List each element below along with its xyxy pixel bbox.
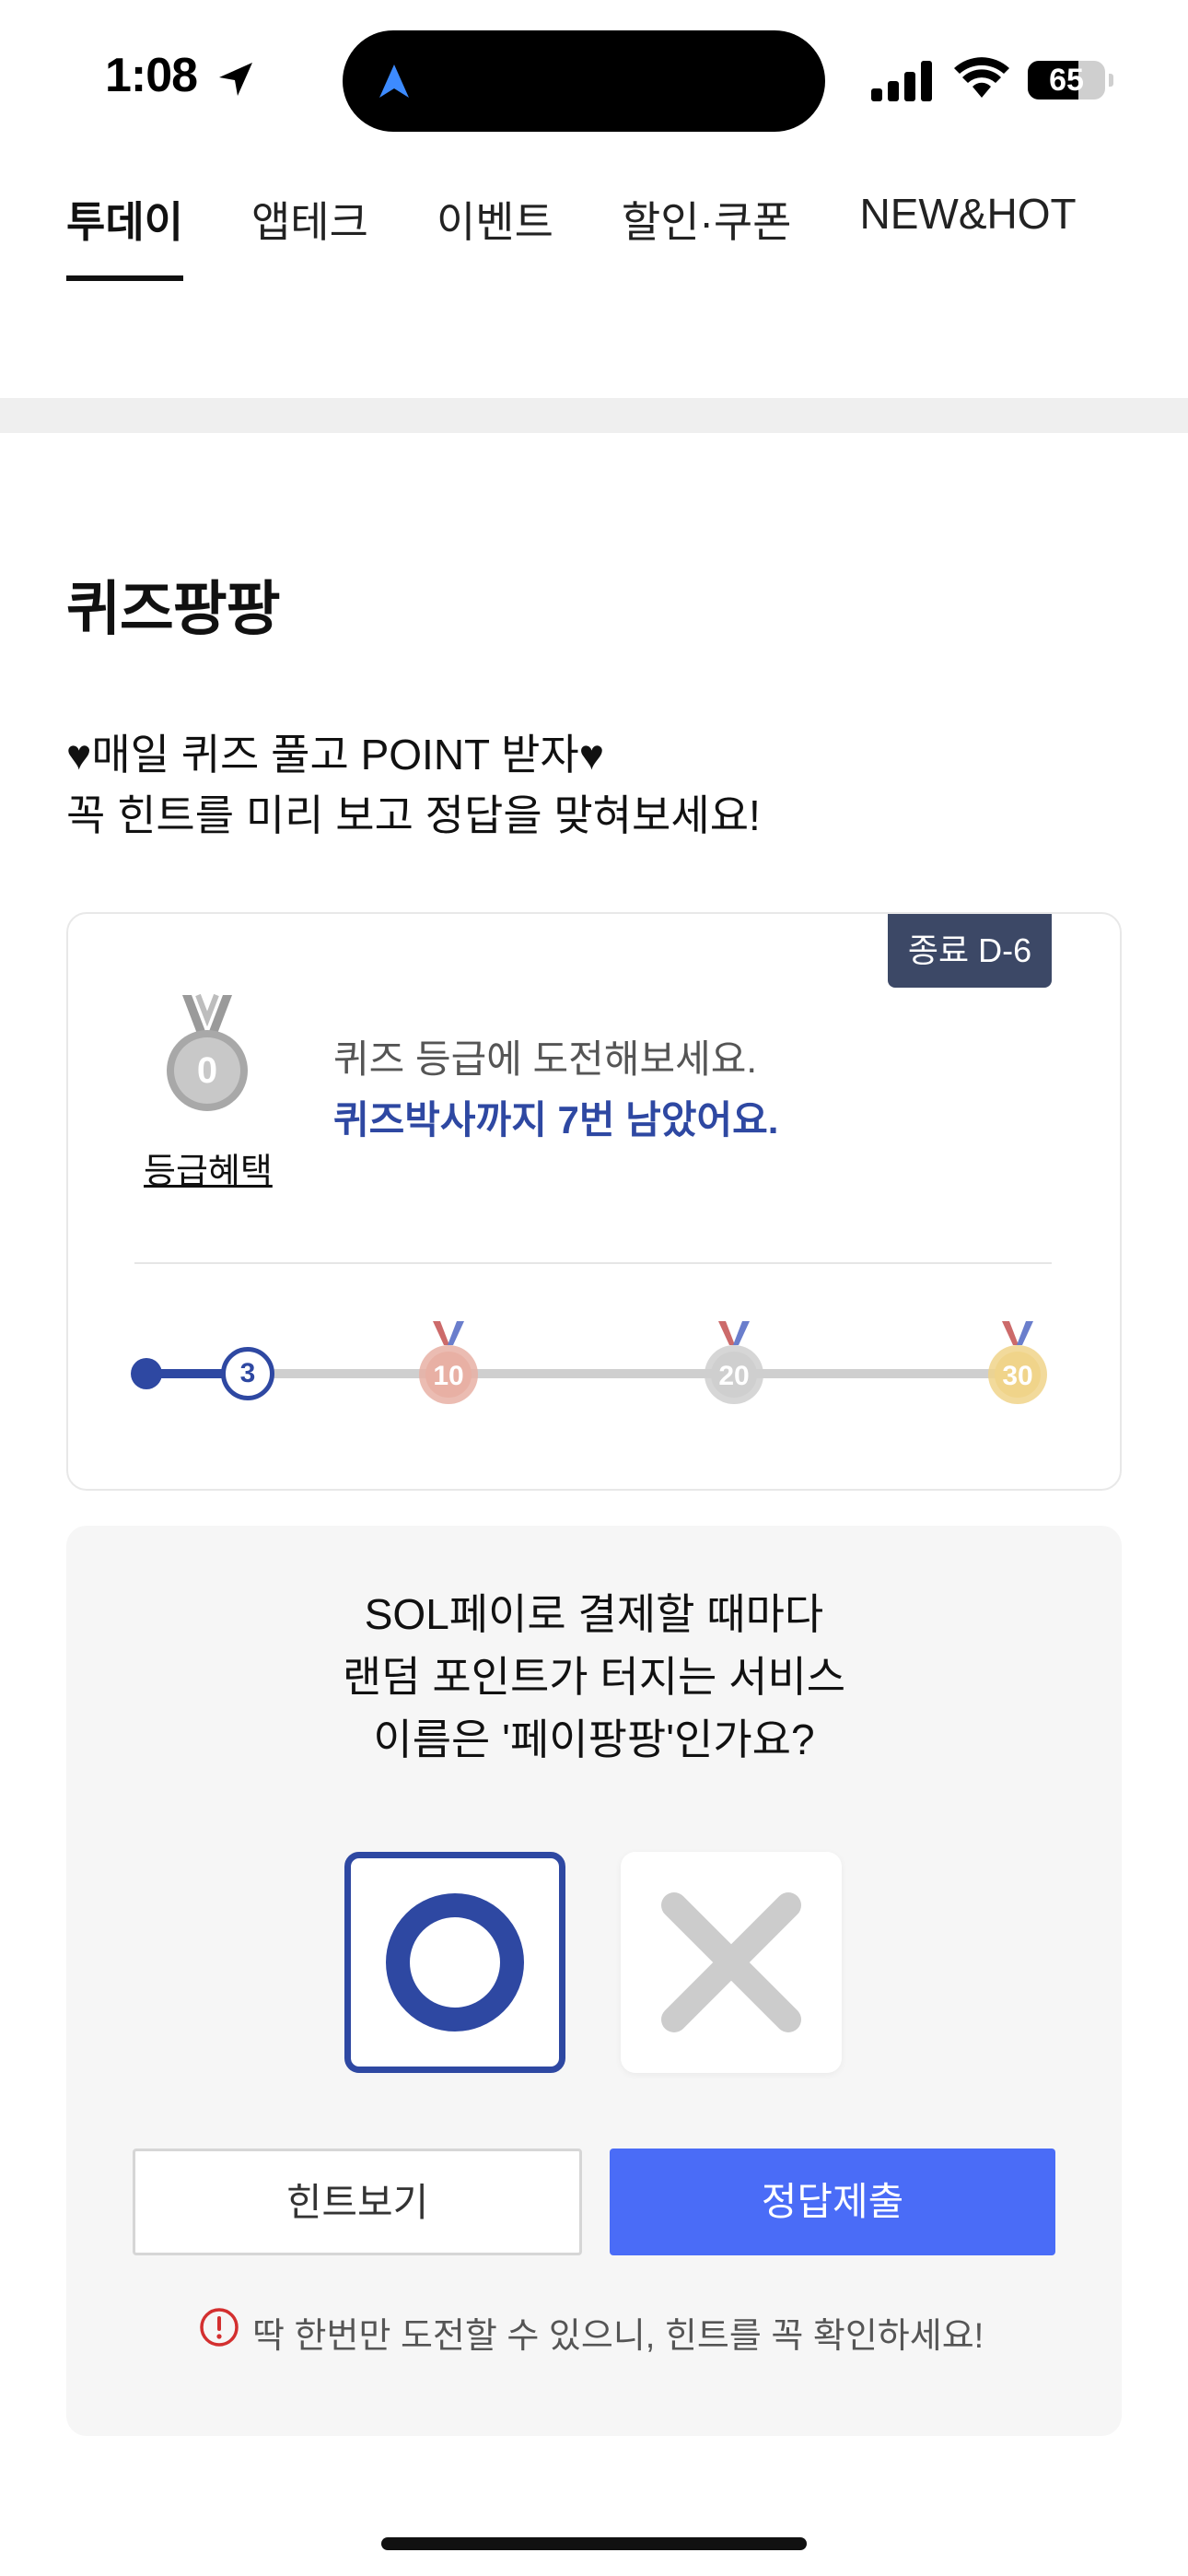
quiz-description: ♥매일 퀴즈 풀고 POINT 받자♥ 꼭 힌트를 미리 보고 정답을 맞혀보세… xyxy=(66,724,761,846)
alert-circle-icon xyxy=(200,2308,239,2347)
tab-4[interactable]: NEW&HOT xyxy=(860,189,1077,281)
quiz-question: SOL페이로 결제할 때마다 랜덤 포인트가 터지는 서비스 이름은 '페이팡팡… xyxy=(66,1583,1122,1771)
dynamic-island xyxy=(343,30,825,132)
question-line-2: 랜덤 포인트가 터지는 서비스 xyxy=(342,1653,846,1701)
grade-message: 퀴즈 등급에 도전해보세요. xyxy=(333,1037,758,1081)
status-bar: 1:08 65 xyxy=(0,0,1188,157)
section-divider xyxy=(0,398,1188,433)
answer-o-button[interactable] xyxy=(344,1852,565,2073)
hint-button[interactable]: 힌트보기 xyxy=(133,2149,582,2255)
progress-track xyxy=(146,1369,1020,1378)
progress-current-marker: 3 xyxy=(221,1347,274,1400)
cellular-signal-icon xyxy=(871,61,932,101)
milestone-label: 30 xyxy=(1002,1361,1032,1391)
location-arrow-icon xyxy=(219,63,252,96)
status-time: 1:08 xyxy=(105,49,198,102)
silver-medal-icon: 0 xyxy=(167,993,248,1111)
warning-text: 딱 한번만 도전할 수 있으니, 힌트를 꼭 확인하세요! xyxy=(252,2317,984,2356)
battery-icon: 65 xyxy=(1028,61,1113,100)
navigation-icon xyxy=(379,64,409,98)
question-line-3: 이름은 '페이팡팡'인가요? xyxy=(373,1715,815,1763)
answer-x-button[interactable] xyxy=(621,1852,842,2073)
grade-benefit-link[interactable]: 등급혜택 xyxy=(144,1142,273,1193)
cross-x-icon xyxy=(661,1892,801,2032)
category-tabs: 투데이 앱테크 이벤트 할인·쿠폰 NEW&HOT xyxy=(66,189,1145,281)
progress-start-dot xyxy=(131,1358,162,1389)
submit-answer-button[interactable]: 정답제출 xyxy=(610,2149,1055,2255)
tab-0[interactable]: 투데이 xyxy=(66,189,183,281)
battery-percent: 65 xyxy=(1049,63,1084,98)
milestone-medal-20-icon: 20 xyxy=(705,1321,763,1404)
page-title: 퀴즈팡팡 xyxy=(66,576,281,642)
description-line-2: 꼭 힌트를 미리 보고 정답을 맞혀보세요! xyxy=(66,791,761,839)
wifi-icon xyxy=(954,57,1009,98)
milestone-medal-30-icon: 30 xyxy=(988,1321,1047,1404)
home-indicator xyxy=(381,2537,807,2550)
milestone-label: 10 xyxy=(433,1361,463,1391)
description-line-1: ♥매일 퀴즈 풀고 POINT 받자♥ xyxy=(66,731,605,779)
milestone-medal-10-icon: 10 xyxy=(419,1321,478,1404)
remaining-count-message: 퀴즈박사까지 7번 남았어요. xyxy=(333,1098,779,1142)
tab-1[interactable]: 앱테크 xyxy=(251,189,368,281)
circle-o-icon xyxy=(386,1893,524,2032)
card-divider xyxy=(134,1262,1052,1264)
medal-level: 0 xyxy=(197,1050,217,1091)
tab-3[interactable]: 할인·쿠폰 xyxy=(622,189,792,281)
question-line-1: SOL페이로 결제할 때마다 xyxy=(364,1590,824,1638)
dday-badge: 종료 D-6 xyxy=(888,914,1052,988)
milestone-label: 20 xyxy=(718,1361,749,1391)
tab-2[interactable]: 이벤트 xyxy=(437,189,553,281)
